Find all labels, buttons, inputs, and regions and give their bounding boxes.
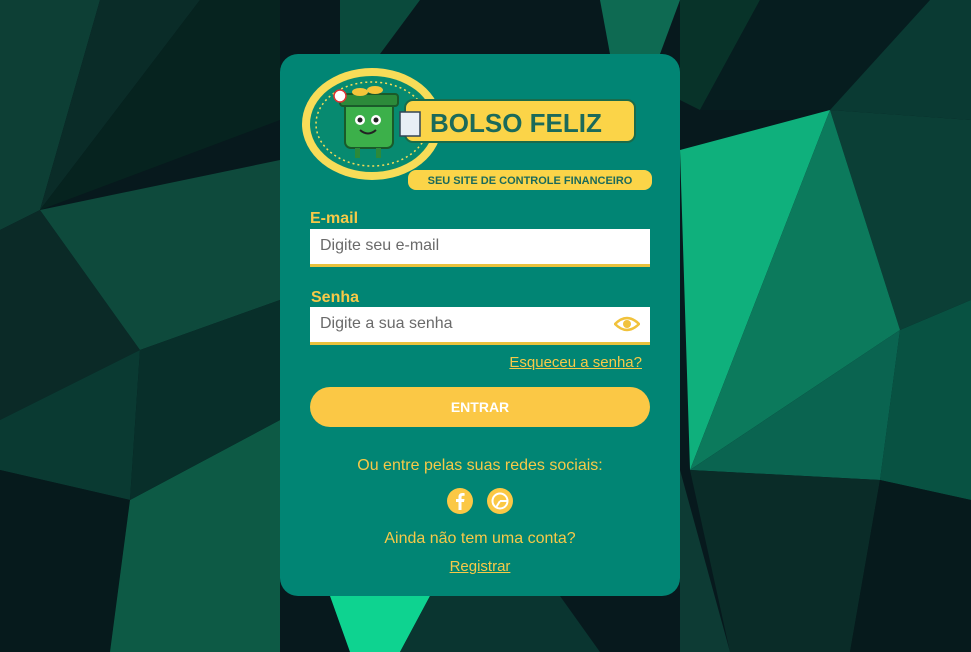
email-label: E-mail <box>310 210 359 227</box>
brand-tagline: SEU SITE DE CONTROLE FINANCEIRO <box>428 175 633 187</box>
facebook-icon <box>456 493 465 510</box>
login-card: BOLSO FELIZ SEU SITE DE CONTROLE FINANCE… <box>280 54 680 596</box>
password-label: Senha <box>311 289 360 306</box>
eye-icon[interactable] <box>614 315 640 333</box>
register-link[interactable]: Registrar <box>280 558 680 575</box>
social-login-prompt: Ou entre pelas suas redes sociais: <box>357 457 603 474</box>
facebook-login-button[interactable] <box>447 488 473 514</box>
bolso-feliz-logo: BOLSO FELIZ SEU SITE DE CONTROLE FINANCE… <box>302 68 652 190</box>
brand-name: BOLSO FELIZ <box>430 108 602 138</box>
login-button[interactable]: ENTRAR <box>310 387 650 427</box>
google-login-button[interactable] <box>487 488 513 514</box>
email-input[interactable] <box>310 229 610 263</box>
password-field-wrapper <box>310 307 650 345</box>
password-input[interactable] <box>310 307 610 341</box>
google-icon <box>491 492 509 510</box>
no-account-prompt: Ainda não tem uma conta? <box>384 530 576 547</box>
forgot-password-link[interactable]: Esqueceu a senha? <box>509 354 642 371</box>
email-field-wrapper <box>310 229 650 267</box>
